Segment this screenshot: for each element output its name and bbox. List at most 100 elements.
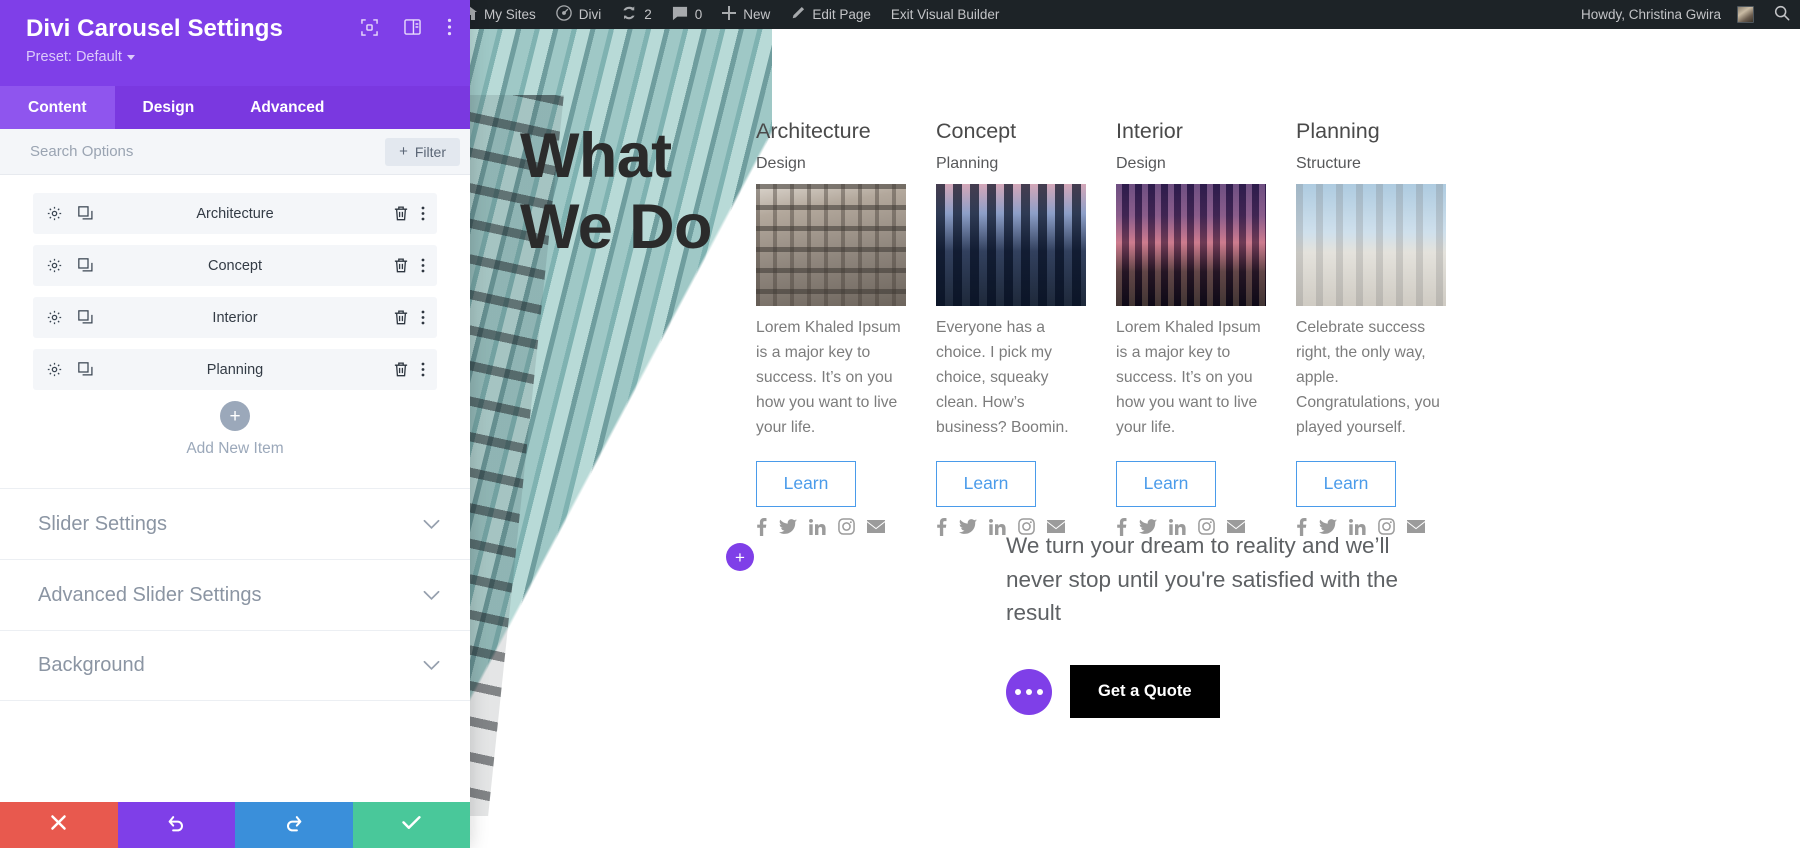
list-item[interactable]: Architecture xyxy=(33,193,437,234)
card-subtitle: Design xyxy=(756,154,806,172)
duplicate-icon[interactable] xyxy=(78,206,93,221)
trash-icon[interactable] xyxy=(394,362,408,377)
redo-button[interactable] xyxy=(235,802,353,848)
learn-button[interactable]: Learn xyxy=(756,460,856,507)
search-input[interactable] xyxy=(30,129,386,174)
wp-howdy[interactable]: Howdy, Christina Gwira xyxy=(1569,6,1764,23)
more-vertical-icon[interactable] xyxy=(421,258,425,273)
page-canvas: + What We Do Architecture Design Lorem K… xyxy=(410,29,1800,848)
carousel-card[interactable]: Architecture Design Lorem Khaled Ipsum i… xyxy=(756,119,906,536)
preset-label: Preset: Default xyxy=(26,49,122,66)
card-image xyxy=(756,183,906,306)
wp-new[interactable]: New xyxy=(712,0,780,29)
linkedin-icon[interactable] xyxy=(809,518,826,535)
tab-advanced[interactable]: Advanced xyxy=(222,86,352,129)
pencil-icon xyxy=(790,6,805,24)
page-headline: What We Do xyxy=(520,121,712,263)
list-item[interactable]: Interior xyxy=(33,297,437,338)
twitter-icon[interactable] xyxy=(779,519,797,535)
instagram-icon[interactable] xyxy=(838,518,855,536)
linkedin-icon[interactable] xyxy=(989,518,1006,535)
card-subtitle: Planning xyxy=(936,154,999,172)
gear-icon[interactable] xyxy=(47,206,62,221)
wp-updates[interactable]: 2 xyxy=(611,0,662,29)
quote-row: Get a Quote xyxy=(1006,665,1220,718)
plus-icon xyxy=(722,6,737,23)
carousel-card[interactable]: Planning Structure Celebrate success rig… xyxy=(1296,119,1446,536)
card-image xyxy=(1116,183,1266,306)
more-vertical-icon[interactable] xyxy=(447,18,452,36)
toggle-advanced-slider-settings[interactable]: Advanced Slider Settings xyxy=(0,559,470,630)
gear-icon[interactable] xyxy=(47,310,62,325)
more-vertical-icon[interactable] xyxy=(421,206,425,221)
trash-icon[interactable] xyxy=(394,310,408,325)
wp-exit-visual-builder[interactable]: Exit Visual Builder xyxy=(881,0,1010,29)
carousel-card[interactable]: Concept Planning Everyone has a choice. … xyxy=(936,119,1086,536)
tab-content[interactable]: Content xyxy=(0,86,115,129)
carousel-card[interactable]: Interior Design Lorem Khaled Ipsum is a … xyxy=(1116,119,1266,536)
learn-button[interactable]: Learn xyxy=(1296,460,1396,507)
undo-icon xyxy=(167,814,185,837)
chevron-down-icon xyxy=(423,590,440,601)
list-item-right-actions xyxy=(394,258,425,273)
wp-comments[interactable]: 0 xyxy=(662,0,713,29)
panel-header: Divi Carousel Settings Preset: Default xyxy=(0,0,470,86)
wp-edit-page-label: Edit Page xyxy=(812,7,871,22)
toggle-slider-settings[interactable]: Slider Settings xyxy=(0,488,470,559)
headline-line-2: We Do xyxy=(520,192,712,263)
list-item-right-actions xyxy=(394,310,425,325)
twitter-icon[interactable] xyxy=(959,519,977,535)
wp-admin-bar: My Sites Divi 2 0 New Edit Page Exit Vis… xyxy=(410,0,1800,29)
list-item-label: Concept xyxy=(207,257,262,274)
get-a-quote-button[interactable]: Get a Quote xyxy=(1070,665,1220,718)
plus-icon: + xyxy=(399,143,408,160)
card-title: Architecture xyxy=(756,119,871,143)
plus-icon: + xyxy=(220,401,250,431)
list-item-label: Planning xyxy=(206,361,264,378)
duplicate-icon[interactable] xyxy=(78,310,93,325)
gear-icon[interactable] xyxy=(47,362,62,377)
add-new-item-button[interactable]: + Add New Item xyxy=(33,401,437,458)
more-vertical-icon[interactable] xyxy=(421,310,425,325)
search-options-bar: + Filter xyxy=(0,129,470,175)
duplicate-icon[interactable] xyxy=(78,362,93,377)
toggle-background[interactable]: Background xyxy=(0,630,470,701)
more-options-button[interactable] xyxy=(1006,668,1052,715)
gear-icon[interactable] xyxy=(47,258,62,273)
fullscreen-icon[interactable] xyxy=(361,18,378,36)
wp-search-button[interactable] xyxy=(1764,5,1800,24)
tab-design[interactable]: Design xyxy=(115,86,223,129)
list-item[interactable]: Concept xyxy=(33,245,437,286)
learn-button[interactable]: Learn xyxy=(936,460,1036,507)
dashboard-icon xyxy=(555,5,572,24)
card-image xyxy=(936,183,1086,306)
more-vertical-icon[interactable] xyxy=(421,362,425,377)
trash-icon[interactable] xyxy=(394,258,408,273)
list-item[interactable]: Planning xyxy=(33,349,437,390)
email-icon[interactable] xyxy=(867,520,885,534)
chevron-down-icon xyxy=(423,660,440,671)
wp-my-sites-label: My Sites xyxy=(484,7,536,22)
facebook-icon[interactable] xyxy=(936,517,947,536)
wp-divi[interactable]: Divi xyxy=(546,0,612,29)
card-image xyxy=(1296,183,1446,306)
cancel-button[interactable] xyxy=(0,802,118,848)
wp-edit-page[interactable]: Edit Page xyxy=(780,0,881,29)
undo-button[interactable] xyxy=(117,802,235,848)
list-item-left-actions xyxy=(47,206,93,221)
card-subtitle: Structure xyxy=(1296,154,1361,172)
learn-button[interactable]: Learn xyxy=(1116,460,1216,507)
list-item-label: Architecture xyxy=(196,205,274,222)
save-button[interactable] xyxy=(352,802,470,848)
filter-button[interactable]: + Filter xyxy=(385,137,460,166)
wp-account-area[interactable]: Howdy, Christina Gwira xyxy=(1569,5,1800,24)
layout-icon[interactable] xyxy=(404,19,421,35)
comments-icon xyxy=(672,6,688,24)
wp-howdy-label: Howdy, Christina Gwira xyxy=(1580,7,1721,22)
preset-selector[interactable]: Preset: Default xyxy=(26,49,448,65)
wp-divi-label: Divi xyxy=(578,7,602,22)
duplicate-icon[interactable] xyxy=(78,258,93,273)
facebook-icon[interactable] xyxy=(756,517,767,536)
trash-icon[interactable] xyxy=(394,206,408,221)
add-module-button[interactable]: + xyxy=(726,543,754,571)
